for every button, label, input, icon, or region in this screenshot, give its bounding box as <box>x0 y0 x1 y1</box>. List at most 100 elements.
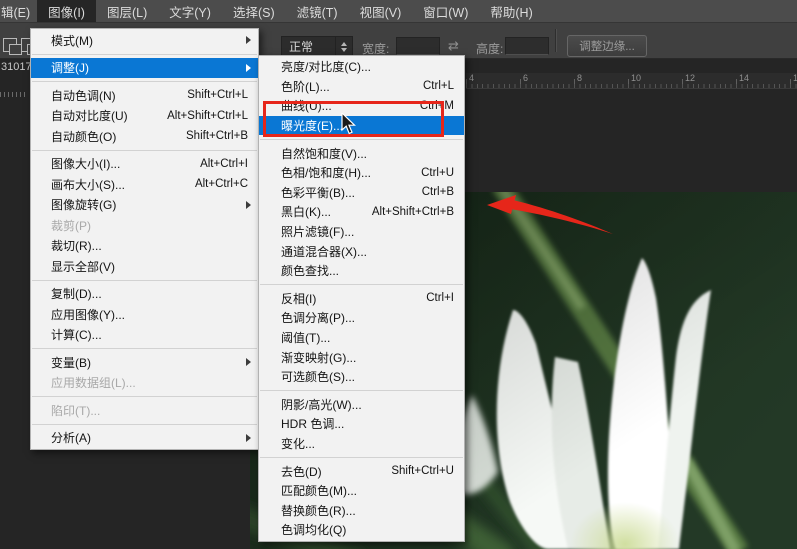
image-menu-separator <box>32 81 257 82</box>
adjust-submenu-item-shortcut: Ctrl+U <box>421 167 454 179</box>
image-menu-item[interactable]: 显示全部(V) <box>31 256 258 277</box>
image-menu-item: 应用数据组(L)... <box>31 373 258 394</box>
height-label: 高度: <box>476 40 503 57</box>
image-menu-separator <box>32 348 257 349</box>
menubar-item[interactable]: 选择(S) <box>222 0 286 22</box>
swap-dimensions-icon[interactable]: ⇄ <box>448 38 459 54</box>
submenu-arrow-icon <box>246 358 251 366</box>
adjust-submenu-item[interactable]: 阈值(T)... <box>259 328 464 348</box>
adjust-submenu-item[interactable]: 色彩平衡(B)...Ctrl+B <box>259 183 464 203</box>
adjust-submenu-item[interactable]: 色阶(L)...Ctrl+L <box>259 77 464 97</box>
adjust-submenu-item[interactable]: 阴影/高光(W)... <box>259 395 464 415</box>
image-menu-item[interactable]: 计算(C)... <box>31 325 258 346</box>
image-menu-item[interactable]: 裁切(R)... <box>31 236 258 257</box>
image-menu-item-label: 显示全部(V) <box>51 258 115 275</box>
ruler-number: 10 <box>631 73 641 83</box>
menubar-item[interactable]: 滤镜(T) <box>286 0 349 22</box>
image-menu-item-label: 自动色调(N) <box>51 87 116 104</box>
adjust-submenu-item[interactable]: 颜色查找... <box>259 261 464 281</box>
adjust-submenu-item[interactable]: 色调分离(P)... <box>259 308 464 328</box>
adjust-submenu-item[interactable]: 反相(I) Ctrl+I <box>259 289 464 309</box>
image-menu-item-label: 复制(D)... <box>51 285 102 302</box>
adjust-submenu-item-label: 反相(I) <box>281 290 316 307</box>
menubar-item[interactable]: 文字(Y) <box>158 0 222 22</box>
image-menu-item-label: 裁剪(P) <box>51 217 91 234</box>
adjust-submenu-item[interactable]: 黑白(K)...Alt+Shift+Ctrl+B <box>259 202 464 222</box>
image-menu-item-shortcut: Alt+Ctrl+C <box>195 178 248 190</box>
menubar-item[interactable]: 图层(L) <box>96 0 158 22</box>
menubar-item[interactable]: 图像(I) <box>37 0 96 22</box>
image-menu-item[interactable]: 调整(J) <box>31 58 258 79</box>
adjust-submenu-item[interactable]: 照片滤镜(F)... <box>259 222 464 242</box>
image-menu-separator <box>32 280 257 281</box>
width-input[interactable] <box>396 37 440 55</box>
adjust-submenu-item-label: 变化... <box>281 435 315 452</box>
menu-bar: 辑(E)图像(I)图层(L)文字(Y)选择(S)滤镜(T)视图(V)窗口(W)帮… <box>0 0 797 23</box>
adjust-submenu-item[interactable]: 替换颜色(R)... <box>259 500 464 520</box>
adjust-submenu-item[interactable]: 去色(D)Shift+Ctrl+U <box>259 461 464 481</box>
image-menu-item-shortcut: Alt+Ctrl+I <box>200 158 248 170</box>
adjust-submenu-item[interactable]: HDR 色调... <box>259 414 464 434</box>
adjust-submenu-item-label: 替换颜色(R)... <box>281 502 356 519</box>
adjust-submenu-item[interactable]: 匹配颜色(M)... <box>259 481 464 501</box>
adjust-submenu-item[interactable]: 可选颜色(S)... <box>259 367 464 387</box>
adjust-submenu-item-label: 自然饱和度(V)... <box>281 145 367 162</box>
adjust-submenu-separator <box>260 139 463 140</box>
refine-edge-button[interactable]: 调整边缘... <box>567 35 647 57</box>
adjust-submenu-item-label: 去色(D) <box>281 463 322 480</box>
image-menu-item: 裁剪(P) <box>31 215 258 236</box>
adjust-submenu-item-shortcut: Ctrl+I <box>426 292 454 304</box>
selection-mode-icon[interactable] <box>3 38 17 52</box>
menubar-item[interactable]: 窗口(W) <box>412 0 479 22</box>
image-menu-item[interactable]: 分析(A) <box>31 428 258 449</box>
adjust-submenu-item[interactable]: 色调均化(Q) <box>259 520 464 540</box>
adjust-submenu-item[interactable]: 通道混合器(X)... <box>259 241 464 261</box>
image-menu-item-label: 自动对比度(U) <box>51 107 128 124</box>
menubar-item[interactable]: 辑(E) <box>0 0 37 22</box>
image-menu-item-label: 计算(C)... <box>51 326 102 343</box>
menubar-item[interactable]: 帮助(H) <box>479 0 543 22</box>
image-menu-item[interactable]: 图像旋转(G) <box>31 195 258 216</box>
ruler-number: 4 <box>469 73 474 83</box>
mouse-cursor-icon <box>341 113 356 135</box>
image-menu-item-label: 分析(A) <box>51 429 91 446</box>
image-menu-item[interactable]: 复制(D)... <box>31 284 258 305</box>
ruler-number: 14 <box>739 73 749 83</box>
image-menu-item-shortcut: Alt+Shift+Ctrl+L <box>167 110 248 122</box>
height-input[interactable] <box>505 37 549 55</box>
image-menu-item-label: 自动颜色(O) <box>51 128 116 145</box>
image-menu-item[interactable]: 图像大小(I)...Alt+Ctrl+I <box>31 154 258 175</box>
image-menu-item-label: 模式(M) <box>51 32 93 49</box>
document-tab-title[interactable]: 31017 <box>1 61 32 73</box>
image-menu-item[interactable]: 自动颜色(O)Shift+Ctrl+B <box>31 126 258 147</box>
image-menu-item[interactable]: 应用图像(Y)... <box>31 304 258 325</box>
adjust-submenu-item[interactable]: 亮度/对比度(C)... <box>259 57 464 77</box>
menubar-item[interactable]: 视图(V) <box>349 0 413 22</box>
mode-dropdown[interactable]: 正常 <box>281 36 353 57</box>
adjust-submenu-item-label: 照片滤镜(F)... <box>281 223 354 240</box>
ruler-ticks-left <box>0 92 28 97</box>
horizontal-ruler: 46810121416 <box>466 73 797 89</box>
adjust-submenu-item-label: HDR 色调... <box>281 415 344 432</box>
image-menu-item[interactable]: 画布大小(S)...Alt+Ctrl+C <box>31 174 258 195</box>
adjust-submenu-item[interactable]: 渐变映射(G)... <box>259 347 464 367</box>
adjust-submenu-item-label: 色阶(L)... <box>281 78 330 95</box>
spinner-icon[interactable] <box>335 37 352 56</box>
image-menu-item-shortcut: Shift+Ctrl+L <box>187 89 248 101</box>
submenu-arrow-icon <box>246 434 251 442</box>
image-menu-item[interactable]: 变量(B) <box>31 352 258 373</box>
annotation-arrow-icon <box>475 192 625 244</box>
adjust-submenu-item-shortcut: Ctrl+B <box>422 186 454 198</box>
adjust-submenu-item-label: 色调分离(P)... <box>281 309 355 326</box>
image-menu-item[interactable]: 模式(M) <box>31 30 258 51</box>
image-menu-item-label: 变量(B) <box>51 354 91 371</box>
image-menu-popup: 模式(M) 调整(J) 自动色调(N) Shift+Ctrl+L 自动对比度(U) Alt… <box>30 28 259 450</box>
adjust-submenu-separator <box>260 457 463 458</box>
submenu-arrow-icon <box>246 36 251 44</box>
adjust-submenu-item[interactable]: 自然饱和度(V)... <box>259 143 464 163</box>
image-menu-item[interactable]: 自动色调(N) Shift+Ctrl+L <box>31 85 258 106</box>
ruler-number: 8 <box>577 73 582 83</box>
adjust-submenu-item[interactable]: 变化... <box>259 434 464 454</box>
adjust-submenu-item[interactable]: 色相/饱和度(H)...Ctrl+U <box>259 163 464 183</box>
image-menu-item[interactable]: 自动对比度(U) Alt+Shift+Ctrl+L <box>31 106 258 127</box>
